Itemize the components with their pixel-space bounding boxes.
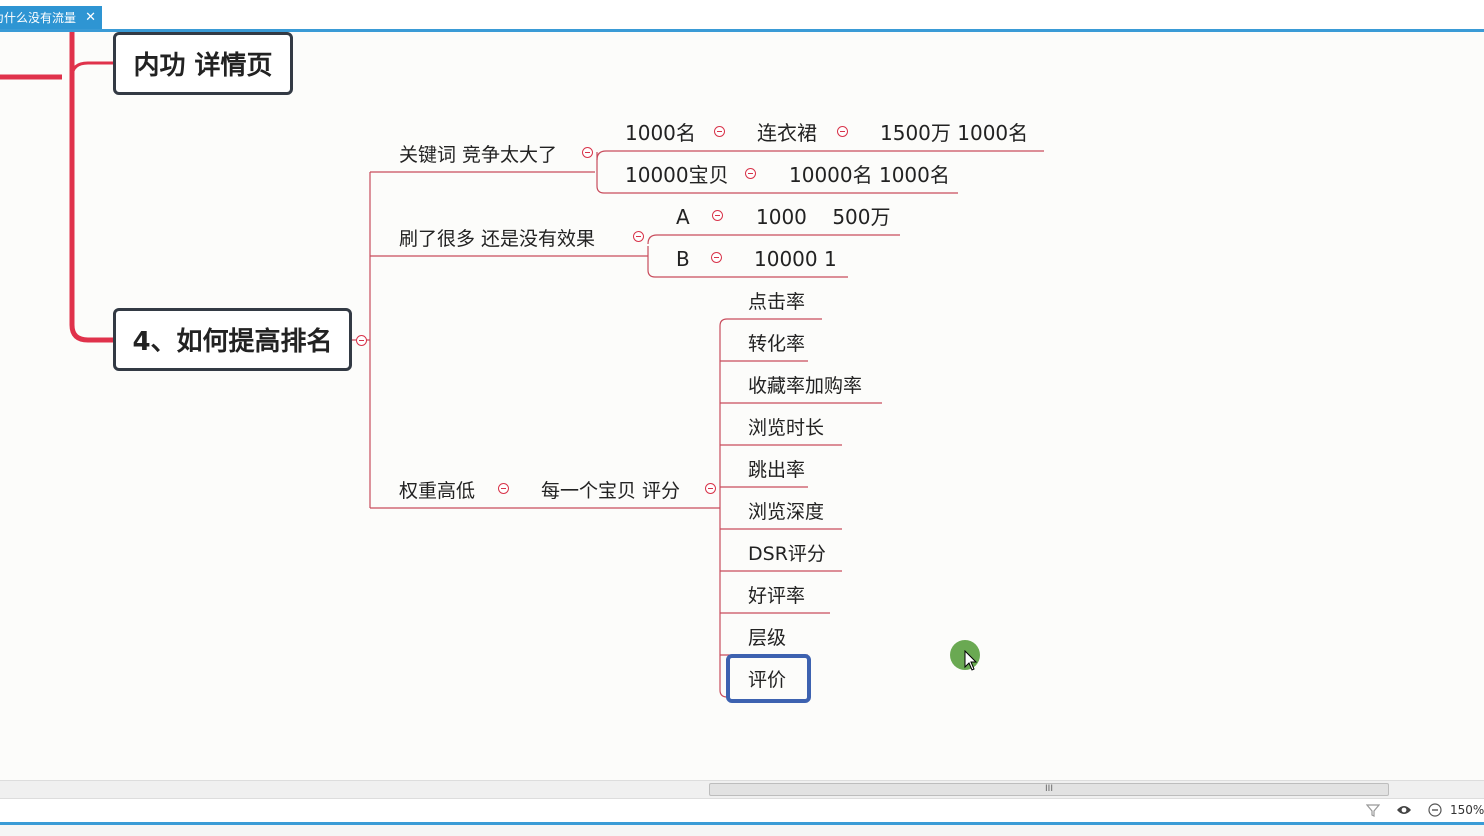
title-bar: 为什么没有流量 ✕ (0, 0, 1484, 30)
score-item-bounce[interactable]: 跳出率 (748, 458, 805, 482)
collapse-icon[interactable] (714, 126, 725, 137)
brush-child-b[interactable]: B (676, 247, 690, 271)
collapse-icon[interactable] (745, 168, 756, 179)
keyword-child-1a[interactable]: 1000名 (625, 121, 696, 145)
score-item-review[interactable]: 评价 (748, 668, 786, 692)
eye-icon[interactable] (1396, 804, 1412, 816)
topic-neigong-label: 内功 详情页 (133, 51, 273, 81)
scroll-grip: III (1045, 784, 1053, 794)
collapse-icon[interactable] (837, 126, 848, 137)
close-icon[interactable]: ✕ (85, 6, 96, 30)
collapse-icon[interactable] (582, 147, 593, 158)
collapse-icon[interactable] (498, 483, 509, 494)
score-item-browse-time[interactable]: 浏览时长 (748, 416, 824, 440)
topic-ranking[interactable]: 4、如何提高排名 (113, 308, 352, 371)
score-item-dsr[interactable]: DSR评分 (748, 542, 826, 566)
score-item-positive-rate[interactable]: 好评率 (748, 584, 805, 608)
horizontal-scrollbar[interactable]: III (0, 780, 1484, 799)
topic-ranking-label: 4、如何提高排名 (132, 327, 333, 357)
score-item-favorite-cart[interactable]: 收藏率加购率 (748, 374, 862, 398)
branch-keyword[interactable]: 关键词 竞争太大了 (399, 143, 557, 167)
brush-child-b-value[interactable]: 10000 1 (754, 247, 837, 271)
filter-icon[interactable] (1366, 803, 1380, 817)
scrollbar-thumb[interactable]: III (709, 783, 1389, 796)
keyword-child-1b[interactable]: 连衣裙 (757, 121, 817, 145)
keyword-child-2a[interactable]: 10000宝贝 (625, 163, 729, 187)
bottom-border (0, 822, 1484, 836)
branch-brush[interactable]: 刷了很多 还是没有效果 (399, 227, 595, 251)
keyword-child-2b[interactable]: 10000名 1000名 (789, 163, 950, 187)
collapse-icon[interactable] (356, 335, 367, 346)
keyword-child-1c[interactable]: 1500万 1000名 (880, 121, 1028, 145)
branch-score[interactable]: 每一个宝贝 评分 (541, 479, 680, 503)
collapse-icon[interactable] (705, 483, 716, 494)
collapse-icon[interactable] (711, 252, 722, 263)
branch-weight[interactable]: 权重高低 (399, 479, 475, 503)
topic-neigong[interactable]: 内功 详情页 (113, 32, 293, 95)
score-item-browse-depth[interactable]: 浏览深度 (748, 500, 824, 524)
score-item-conversion[interactable]: 转化率 (748, 332, 805, 356)
collapse-icon[interactable] (712, 210, 723, 221)
status-bar: 150% (0, 798, 1484, 823)
brush-child-a[interactable]: A (676, 205, 690, 229)
zoom-out-icon[interactable] (1428, 803, 1442, 817)
collapse-icon[interactable] (633, 231, 644, 242)
zoom-level: 150% (1450, 803, 1484, 817)
cursor-icon (964, 650, 978, 671)
score-item-level[interactable]: 层级 (748, 626, 786, 650)
tab-document[interactable]: 为什么没有流量 ✕ (0, 6, 102, 30)
score-item-ctr[interactable]: 点击率 (748, 290, 805, 314)
brush-child-a-value[interactable]: 1000 500万 (756, 205, 891, 229)
tab-title: 为什么没有流量 (0, 11, 77, 25)
